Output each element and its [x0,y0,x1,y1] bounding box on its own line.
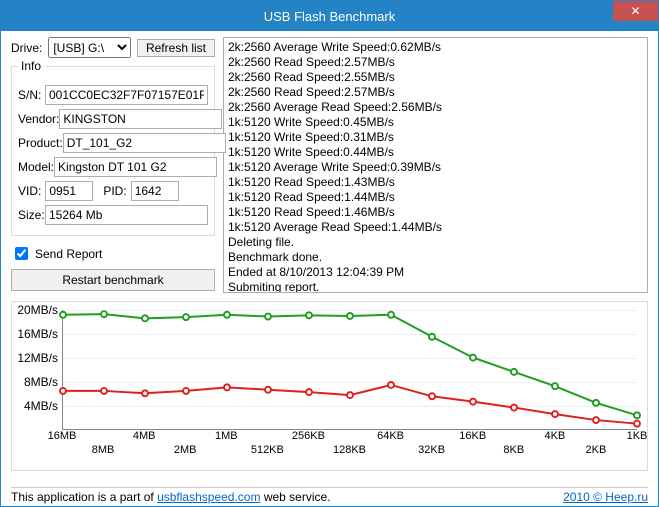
model-label: Model: [18,160,54,174]
vid-field[interactable] [45,181,93,201]
vendor-label: Vendor: [18,112,59,126]
y-tick-label: 16MB/s [17,327,58,341]
y-tick-label: 12MB/s [17,351,58,365]
send-report-checkbox[interactable] [15,247,28,260]
data-point [429,393,435,399]
data-point [470,399,476,405]
x-tick-label: 16KB [459,430,486,442]
model-field[interactable] [54,157,217,177]
data-point [388,382,394,388]
product-label: Product: [18,136,63,150]
vid-label: VID: [18,184,41,198]
data-point [183,314,189,320]
data-point [429,334,435,340]
data-point [183,388,189,394]
footer: This application is a part of usbflashsp… [11,487,648,504]
data-point [142,390,148,396]
info-legend: Info [18,59,44,73]
titlebar: USB Flash Benchmark ✕ [1,1,658,31]
chart-panel: 4MB/s 8MB/s 12MB/s 16MB/s 20MB/s 16MB 8MB 4MB 2M… [11,301,648,471]
data-point [306,389,312,395]
info-group: Info S/N: Vendor: Product: Model: [11,66,215,236]
x-tick-label: 128KB [333,444,366,456]
data-point [101,388,107,394]
data-point [101,311,107,317]
data-point [347,392,353,398]
footer-link[interactable]: usbflashspeed.com [157,490,260,504]
y-tick-label: 4MB/s [24,399,58,413]
close-icon: ✕ [630,4,640,18]
series-line [63,314,637,415]
data-point [634,421,640,427]
x-tick-label: 4MB [133,430,156,442]
log-output[interactable]: 2k:2560 Average Write Speed:0.62MB/s 2k:… [223,37,648,293]
data-point [593,417,599,423]
data-point [552,383,558,389]
footer-prefix: This application is a part of [11,490,157,504]
x-tick-label: 32KB [418,444,445,456]
size-field[interactable] [45,205,208,225]
x-tick-label: 1MB [215,430,238,442]
data-point [634,412,640,418]
data-point [265,387,271,393]
pid-label: PID: [103,184,126,198]
y-tick-label: 20MB/s [17,303,58,317]
drive-label: Drive: [11,41,42,55]
vendor-field[interactable] [59,109,222,129]
refresh-button[interactable]: Refresh list [137,39,215,57]
data-point [470,355,476,361]
sn-label: S/N: [18,88,45,102]
data-point [306,312,312,318]
x-tick-label: 1KB [627,430,648,442]
data-point [388,312,394,318]
footer-right-link[interactable]: 2010 © Heep.ru [563,490,648,504]
footer-suffix: web service. [260,490,330,504]
data-point [593,400,599,406]
pid-field[interactable] [131,181,179,201]
x-tick-label: 512KB [251,444,284,456]
drive-select[interactable]: [USB] G:\ [48,37,131,58]
data-point [224,312,230,318]
x-tick-label: 8KB [503,444,524,456]
window-title: USB Flash Benchmark [264,9,396,24]
send-report-label: Send Report [35,247,102,261]
data-point [142,315,148,321]
restart-button[interactable]: Restart benchmark [11,269,215,291]
series-line [63,385,637,424]
data-point [511,405,517,411]
data-point [60,388,66,394]
y-tick-label: 8MB/s [24,375,58,389]
x-tick-label: 16MB [48,430,77,442]
x-tick-label: 4KB [544,430,565,442]
x-tick-label: 2MB [174,444,197,456]
x-tick-label: 256KB [292,430,325,442]
data-point [60,312,66,318]
close-button[interactable]: ✕ [613,1,658,21]
data-point [265,314,271,320]
x-tick-label: 8MB [92,444,115,456]
data-point [511,369,517,375]
product-field[interactable] [63,133,226,153]
sn-field[interactable] [45,85,208,105]
size-label: Size: [18,208,45,222]
data-point [347,313,353,319]
x-tick-label: 64KB [377,430,404,442]
data-point [552,411,558,417]
x-tick-label: 2KB [586,444,607,456]
data-point [224,384,230,390]
